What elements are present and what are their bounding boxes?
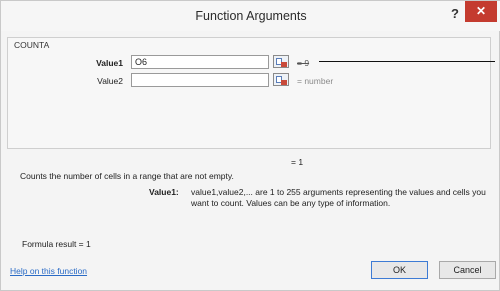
- value2-result: = number: [297, 76, 334, 86]
- value2-range-selector-icon[interactable]: [273, 73, 289, 86]
- title-bar: Function Arguments ? ✕: [1, 1, 500, 31]
- help-button[interactable]: ?: [447, 6, 463, 22]
- formula-result: Formula result = 1: [22, 239, 91, 249]
- arg-description: value1,value2,... are 1 to 255 arguments…: [191, 187, 486, 208]
- arg-description-label: Value1:: [149, 187, 179, 197]
- dialog-title: Function Arguments: [195, 9, 307, 23]
- close-button[interactable]: ✕: [465, 1, 497, 22]
- annotation-line: [319, 61, 495, 62]
- arg-label-value1: Value1: [96, 58, 123, 68]
- value1-result: = 9: [297, 58, 310, 68]
- function-description: Counts the number of cells in a range th…: [20, 171, 234, 181]
- function-value: = 1: [291, 157, 304, 167]
- arguments-group: [7, 37, 491, 149]
- value1-range-selector-icon[interactable]: [273, 55, 289, 68]
- value1-input[interactable]: [131, 55, 269, 69]
- ok-button[interactable]: OK: [371, 261, 428, 279]
- help-on-function-link[interactable]: Help on this function: [10, 266, 87, 276]
- function-name: COUNTA: [14, 40, 50, 50]
- cancel-button[interactable]: Cancel: [439, 261, 496, 279]
- value2-input[interactable]: [131, 73, 269, 87]
- function-arguments-dialog: Function Arguments ? ✕ COUNTA Value1 = 9…: [0, 0, 500, 291]
- arg-label-value2: Value2: [97, 76, 123, 86]
